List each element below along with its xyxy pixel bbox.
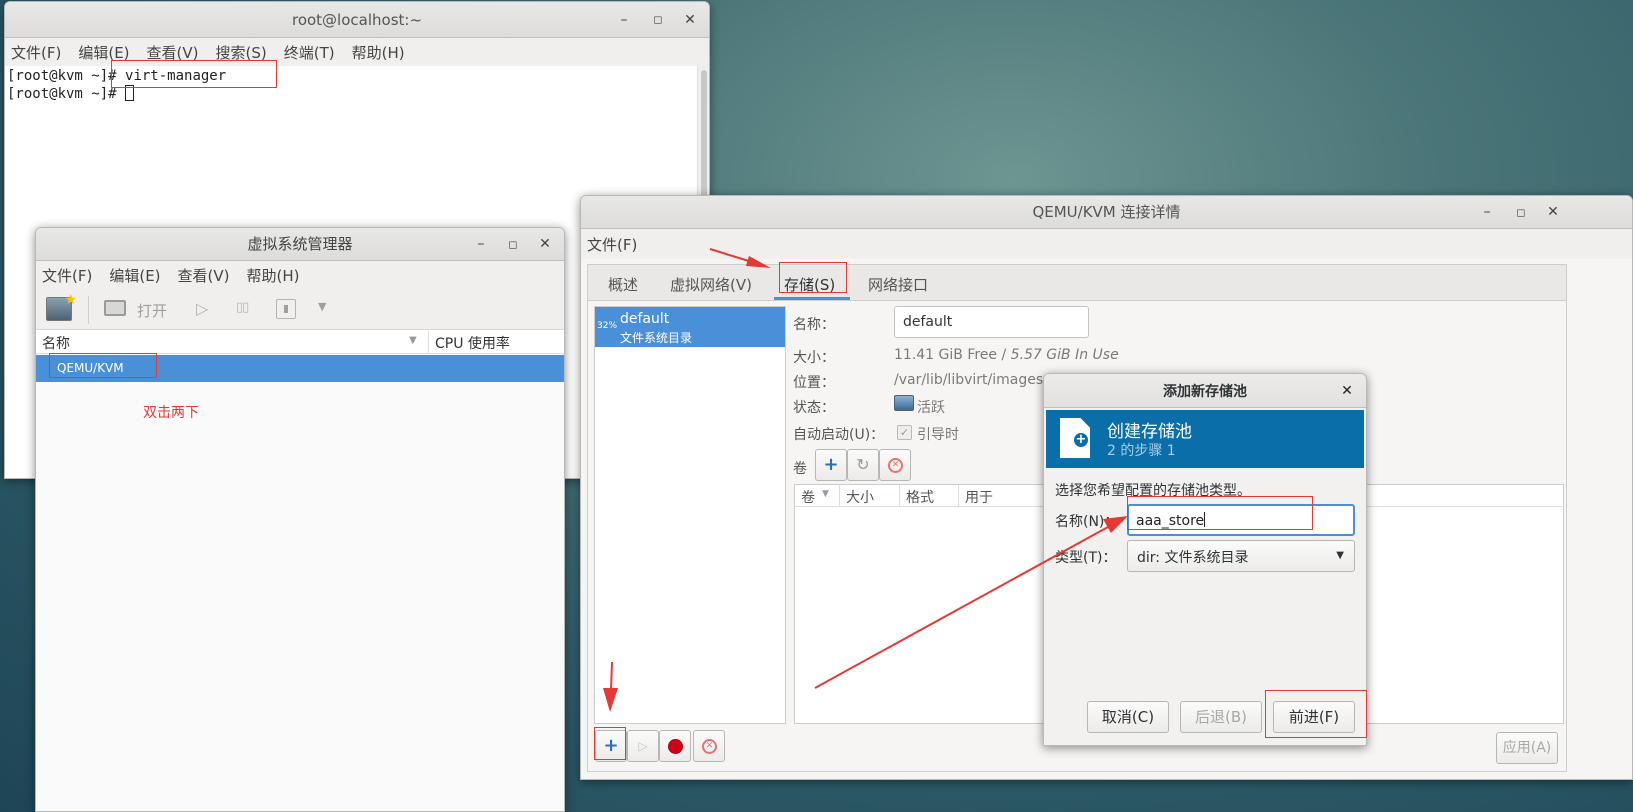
active-state-icon xyxy=(894,395,914,411)
maximize-icon[interactable]: ◻ xyxy=(1506,196,1536,229)
name-label: 名称(N)： xyxy=(1055,514,1119,530)
cancel-button[interactable]: 取消(C) xyxy=(1087,701,1169,733)
autostart-label: 自动启动(U)： xyxy=(793,427,885,443)
maximize-icon[interactable]: ◻ xyxy=(498,228,528,261)
volumes-label: 卷 xyxy=(793,461,807,477)
tab-overview[interactable]: 概述 xyxy=(608,274,638,295)
delete-icon: ✕ xyxy=(702,739,717,754)
autostart-checkbox[interactable]: ✓ xyxy=(897,425,912,440)
location-label: 位置： xyxy=(793,375,835,391)
menu-terminal[interactable]: 终端(T) xyxy=(284,42,335,63)
menu-file[interactable]: 文件(F) xyxy=(11,42,61,63)
terminal-titlebar[interactable]: root@localhost:~ – ◻ ✕ xyxy=(5,2,709,38)
state-label: 状态： xyxy=(793,400,835,416)
virt-manager-titlebar[interactable]: 虚拟系统管理器 – ◻ ✕ xyxy=(36,228,564,261)
annotation-double-click: 双击两下 xyxy=(143,405,199,421)
pool-list: 32% default 文件系统目录 xyxy=(594,306,786,724)
vm-list: QEMU/KVM 双击两下 xyxy=(36,354,564,811)
tab-network-interfaces[interactable]: 网络接口 xyxy=(868,274,928,295)
virt-manager-window: 虚拟系统管理器 – ◻ ✕ 文件(F) 编辑(E) 查看(V) 帮助(H) ★ … xyxy=(35,227,565,812)
size-value: 11.41 GiB Free / 5.57 GiB In Use xyxy=(894,347,1119,363)
tab-bar: 概述 虚拟网络(V) 存储(S) 网络接口 xyxy=(588,265,1566,301)
add-volume-button[interactable]: + xyxy=(815,449,847,481)
close-icon[interactable]: ✕ xyxy=(530,228,560,261)
close-icon[interactable]: ✕ xyxy=(1538,196,1568,229)
header-step: 2 的步骤 1 xyxy=(1107,443,1176,459)
column-size[interactable]: 大小 xyxy=(846,487,874,507)
chevron-down-icon[interactable]: ▼ xyxy=(822,489,829,499)
annotation-box-command xyxy=(111,60,277,88)
size-label: 大小： xyxy=(793,350,835,366)
close-icon[interactable]: ✕ xyxy=(675,2,705,38)
minimize-icon[interactable]: – xyxy=(609,2,639,38)
details-menubar: 文件(F) xyxy=(581,229,1632,259)
pool-type-select[interactable]: dir: 文件系统目录 ▼ xyxy=(1127,540,1355,572)
maximize-icon[interactable]: ◻ xyxy=(643,2,673,38)
column-used-by[interactable]: 用于 xyxy=(965,487,993,507)
virt-manager-title: 虚拟系统管理器 xyxy=(247,235,353,253)
tab-storage-underline xyxy=(774,297,850,300)
chevron-down-icon[interactable]: ▼ xyxy=(318,300,326,313)
shutdown-icon[interactable] xyxy=(276,299,296,319)
delete-volume-button[interactable]: ✕ xyxy=(879,449,911,481)
dialog-title: 添加新存储池 xyxy=(1163,384,1247,400)
stop-icon xyxy=(669,740,682,753)
play-icon[interactable]: ▷ xyxy=(196,299,208,318)
delete-icon: ✕ xyxy=(888,458,903,473)
state-value: 活跃 xyxy=(917,400,945,416)
virt-manager-toolbar: ★ 打开 ▷ ▯▯ ▼ xyxy=(36,290,564,330)
minimize-icon[interactable]: – xyxy=(466,228,496,261)
minimize-icon[interactable]: – xyxy=(1472,196,1502,229)
apply-button[interactable]: 应用(A) xyxy=(1496,732,1558,764)
list-item[interactable]: 32% default 文件系统目录 xyxy=(595,307,785,347)
new-document-icon: + xyxy=(1060,418,1090,458)
back-button[interactable]: 后退(B) xyxy=(1180,701,1262,733)
location-value: /var/lib/libvirt/images xyxy=(894,372,1044,388)
pause-icon[interactable]: ▯▯ xyxy=(236,300,249,315)
stop-pool-button[interactable] xyxy=(659,730,691,762)
chevron-down-icon[interactable]: ▼ xyxy=(409,335,417,346)
annotation-box-forward xyxy=(1265,690,1367,738)
name-label: 名称： xyxy=(793,317,835,333)
dialog-header: + 创建存储池 2 的步骤 1 xyxy=(1046,410,1364,468)
terminal-title: root@localhost:~ xyxy=(291,11,423,29)
annotation-box-add-pool xyxy=(594,727,626,760)
new-vm-icon[interactable]: ★ xyxy=(46,292,77,321)
menu-help[interactable]: 帮助(H) xyxy=(247,265,300,286)
monitor-icon[interactable] xyxy=(104,300,126,316)
close-icon[interactable]: ✕ xyxy=(1332,374,1362,408)
annotation-box-storage-tab xyxy=(779,262,847,293)
pool-type: 文件系统目录 xyxy=(620,331,693,345)
menu-file[interactable]: 文件(F) xyxy=(42,265,92,286)
type-label: 类型(T)： xyxy=(1055,550,1117,566)
tab-virtual-networks[interactable]: 虚拟网络(V) xyxy=(670,274,752,295)
virt-manager-menubar: 文件(F) 编辑(E) 查看(V) 帮助(H) xyxy=(36,261,564,290)
refresh-volumes-button[interactable]: ↻ xyxy=(847,449,879,481)
autostart-value: 引导时 xyxy=(917,427,959,443)
delete-pool-button[interactable]: ✕ xyxy=(693,730,725,762)
annotation-box-name xyxy=(1127,496,1313,530)
column-cpu[interactable]: CPU 使用率 xyxy=(435,333,510,353)
pool-name: default xyxy=(620,311,670,327)
menu-help[interactable]: 帮助(H) xyxy=(352,42,405,63)
pool-name-field[interactable]: default xyxy=(894,306,1089,338)
header-title: 创建存储池 xyxy=(1107,422,1192,442)
menu-file[interactable]: 文件(F) xyxy=(587,234,637,255)
details-titlebar[interactable]: QEMU/KVM 连接详情 – ◻ ✕ xyxy=(581,196,1632,229)
annotation-box-connection xyxy=(49,353,157,378)
column-format[interactable]: 格式 xyxy=(906,487,934,507)
start-pool-button[interactable]: ▷ xyxy=(627,730,659,762)
column-name[interactable]: 名称 xyxy=(42,333,70,353)
menu-edit[interactable]: 编辑(E) xyxy=(109,265,160,286)
vm-list-header: 名称 ▼ CPU 使用率 xyxy=(36,330,564,354)
chevron-down-icon: ▼ xyxy=(1336,550,1344,561)
details-title: QEMU/KVM 连接详情 xyxy=(1032,203,1181,221)
dialog-titlebar[interactable]: 添加新存储池 ✕ xyxy=(1044,374,1366,408)
pool-usage-percent: 32% xyxy=(597,321,618,331)
column-volume[interactable]: 卷 xyxy=(801,487,815,507)
open-button-label[interactable]: 打开 xyxy=(137,300,167,321)
menu-view[interactable]: 查看(V) xyxy=(178,265,230,286)
